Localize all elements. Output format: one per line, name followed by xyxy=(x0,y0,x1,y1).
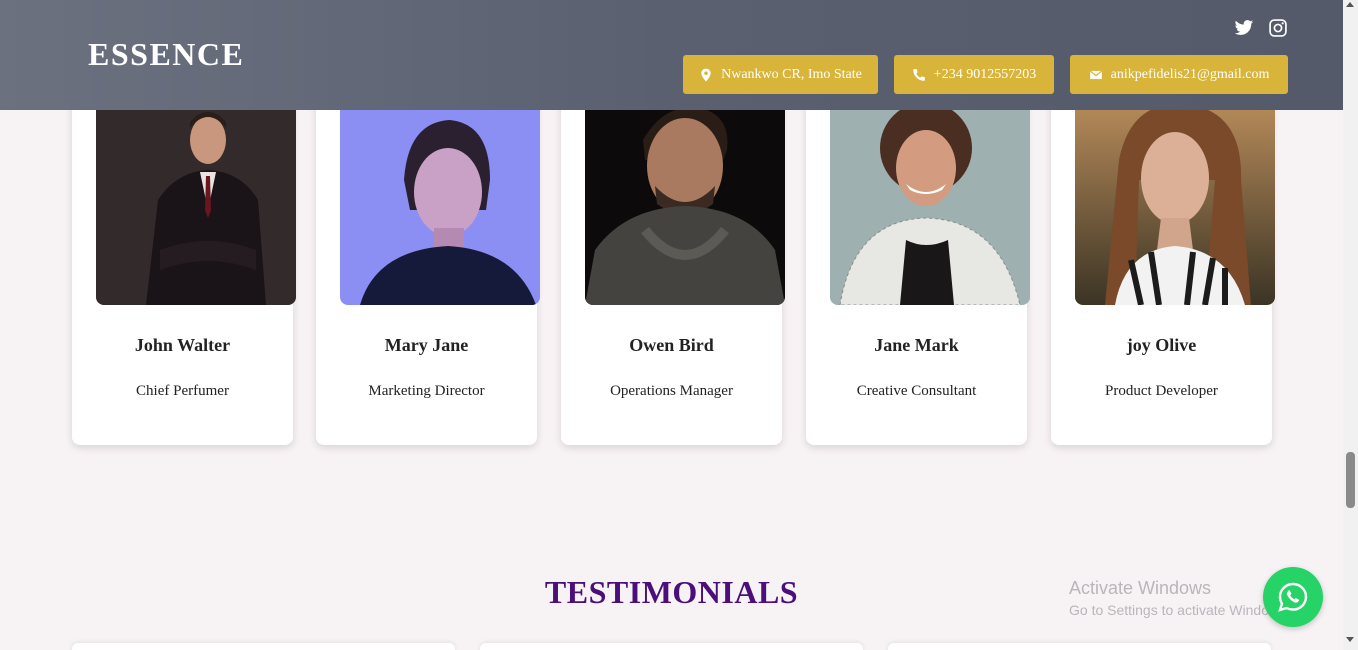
member-role: Chief Perfumer xyxy=(136,383,229,399)
phone-icon xyxy=(913,68,925,81)
email-text: anikpefidelis21@gmail.com xyxy=(1110,66,1270,82)
member-name: joy Olive xyxy=(1126,335,1197,355)
member-role: Creative Consultant xyxy=(856,383,977,399)
phone-text: +234 9012557203 xyxy=(933,66,1037,82)
team-photo xyxy=(585,100,785,305)
team-card: Owen Bird Operations Manager xyxy=(561,90,785,445)
team-photo xyxy=(1075,100,1275,305)
member-name: John Walter xyxy=(134,335,231,355)
scroll-down-arrow-icon[interactable] xyxy=(1346,637,1354,642)
scroll-up-arrow-icon[interactable] xyxy=(1346,2,1354,7)
envelope-icon xyxy=(1089,69,1102,79)
page-scrollbar[interactable] xyxy=(1343,0,1358,650)
phone-button[interactable]: +234 9012557203 xyxy=(894,55,1054,94)
team-photo xyxy=(830,100,1030,305)
testimonial-card xyxy=(480,643,863,650)
social-links xyxy=(1234,18,1288,38)
team-card: John Walter Chief Perfumer xyxy=(72,90,296,445)
testimonial-card xyxy=(72,643,455,650)
instagram-icon[interactable] xyxy=(1268,18,1288,38)
member-role: Operations Manager xyxy=(610,383,733,399)
member-name: Mary Jane xyxy=(384,335,469,355)
twitter-icon[interactable] xyxy=(1234,18,1254,38)
location-pin-icon xyxy=(701,68,711,81)
team-photo xyxy=(96,100,296,305)
team-card: Jane Mark Creative Consultant xyxy=(806,90,1030,445)
testimonial-card xyxy=(888,643,1271,650)
member-name: Owen Bird xyxy=(629,335,714,355)
team-card: Mary Jane Marketing Director xyxy=(316,90,540,445)
member-role: Product Developer xyxy=(1105,383,1218,399)
team-photo xyxy=(340,100,540,305)
site-header: ESSENCE Nwankwo CR, Imo State +234 90125… xyxy=(0,0,1343,110)
whatsapp-icon xyxy=(1278,582,1308,612)
member-name: Jane Mark xyxy=(874,335,959,355)
address-button[interactable]: Nwankwo CR, Imo State xyxy=(683,55,878,94)
activate-windows-hint: Go to Settings to activate Windows. xyxy=(1069,602,1279,618)
member-role: Marketing Director xyxy=(368,383,485,399)
scrollbar-thumb[interactable] xyxy=(1346,452,1355,508)
team-card: joy Olive Product Developer xyxy=(1051,90,1275,445)
email-button[interactable]: anikpefidelis21@gmail.com xyxy=(1070,55,1288,94)
brand-logo[interactable]: ESSENCE xyxy=(88,36,244,73)
whatsapp-button[interactable] xyxy=(1263,567,1323,627)
address-text: Nwankwo CR, Imo State xyxy=(721,66,862,82)
activate-windows-watermark: Activate Windows xyxy=(1069,578,1212,598)
